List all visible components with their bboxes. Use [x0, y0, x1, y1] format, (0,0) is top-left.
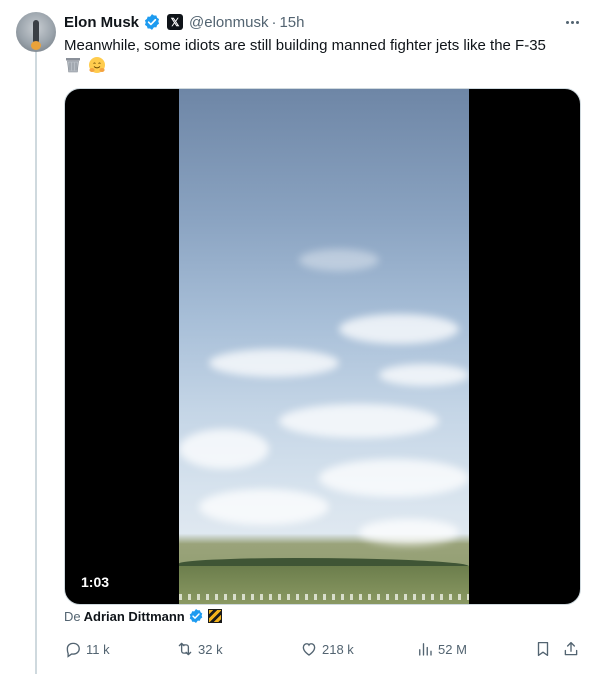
views-button[interactable]: 52 M	[416, 638, 467, 660]
views-count: 52 M	[438, 641, 467, 657]
video-duration: 1:03	[81, 574, 110, 590]
like-button[interactable]: 218 k	[300, 638, 354, 660]
emoji-row	[64, 56, 106, 74]
like-count: 218 k	[322, 641, 354, 657]
wastebasket-icon	[66, 58, 80, 73]
video-player[interactable]: 1:03	[64, 88, 581, 605]
repost-icon	[178, 642, 192, 656]
verified-badge-icon[interactable]	[143, 13, 161, 31]
video-frame[interactable]	[179, 89, 469, 604]
credit-prefix: De	[64, 608, 81, 624]
credit-name[interactable]: Adrian Dittmann	[84, 609, 185, 624]
repost-button[interactable]: 32 k	[176, 638, 223, 660]
reply-button[interactable]: 11 k	[64, 638, 110, 660]
bookmark-icon	[537, 641, 549, 657]
more-options-icon[interactable]	[562, 14, 582, 30]
field-dots	[179, 594, 469, 600]
avatar[interactable]	[16, 12, 56, 52]
verified-badge-icon[interactable]	[188, 608, 204, 624]
share-icon	[564, 641, 578, 656]
share-button[interactable]	[562, 638, 580, 660]
x-affiliation-icon[interactable]: 𝕏	[167, 14, 184, 30]
tweet-text: Meanwhile, some idiots are still buildin…	[64, 37, 546, 54]
author-handle[interactable]: @elonmusk	[189, 14, 268, 31]
rocket-icon	[33, 20, 39, 42]
thread-line	[35, 52, 37, 674]
author-name[interactable]: Elon Musk	[64, 14, 139, 31]
repost-count: 32 k	[198, 641, 223, 657]
tweet-header: Elon Musk 𝕏 @elonmusk · 15h	[64, 12, 304, 32]
separator-dot: ·	[271, 13, 277, 31]
flame-icon	[31, 41, 41, 50]
bookmark-button[interactable]	[534, 638, 552, 660]
video-credit: De Adrian Dittmann	[64, 608, 222, 624]
heart-icon	[302, 643, 316, 656]
hugging-face-icon	[89, 57, 105, 73]
reply-count: 11 k	[86, 641, 110, 657]
timestamp[interactable]: 15h	[279, 14, 304, 31]
reply-icon	[66, 642, 80, 658]
action-bar: 11 k 32 k 218 k 52 M	[64, 638, 584, 660]
affiliation-badge-icon[interactable]	[207, 609, 222, 623]
views-icon	[419, 643, 432, 656]
